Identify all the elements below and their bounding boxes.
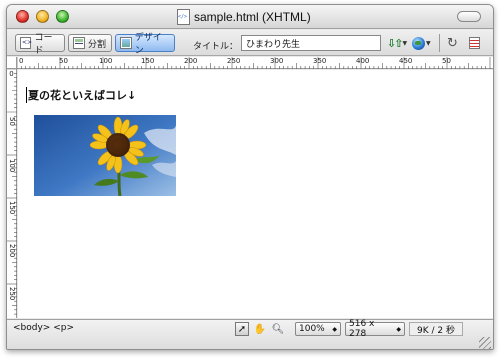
chevron-updown-icon: ◆ (332, 325, 337, 333)
zoom-select[interactable]: 100% ◆ (295, 322, 341, 336)
ruler-label: 150 (8, 201, 16, 215)
ruler-label: 100 (8, 159, 16, 173)
close-window-button[interactable] (16, 10, 29, 23)
status-bar: <body> <p> ➚ ✋ 🔍︎ 100% ◆ 516 x 278 ◆ 9K / … (7, 319, 493, 349)
ruler-label: 400 (356, 57, 370, 65)
chevron-down-icon: ▼ (426, 39, 431, 47)
split-view-icon (73, 37, 85, 49)
window-size-value: 516 x 278 (349, 319, 375, 339)
ruler-label: 150 (141, 57, 155, 65)
design-view-label: デザイン (134, 33, 162, 56)
vertical-ruler[interactable]: 0 50 100 150 200 250 (7, 69, 17, 318)
ruler-label: 50 (442, 57, 451, 65)
window-size-select[interactable]: 516 x 278 ◆ (345, 319, 405, 339)
ruler-label: 100 (99, 57, 113, 65)
toolbar-toggle-button[interactable] (457, 11, 481, 22)
ruler-ticks (7, 69, 17, 315)
horizontal-ruler[interactable]: 0 50 100 150 200 250 300 350 400 450 50 (17, 57, 493, 69)
refresh-button[interactable]: ↻ (447, 35, 461, 51)
sunflower-image[interactable] (34, 115, 176, 196)
design-canvas[interactable]: 夏の花といえばコレ↓ (18, 70, 493, 318)
ruler-origin[interactable] (7, 57, 17, 69)
view-options-button[interactable] (469, 36, 483, 50)
zoom-window-button[interactable] (56, 10, 69, 23)
toolbar-divider (439, 34, 440, 52)
pointer-icon: ➚ (237, 323, 247, 335)
ruler-label: 450 (399, 57, 413, 65)
file-transfer-icon: ⇩⇧ (387, 36, 404, 50)
select-tool-button[interactable]: ➚ (235, 322, 249, 336)
tag-selector[interactable]: <body> <p> (13, 323, 74, 333)
ruler-label: 50 (59, 57, 68, 65)
sunflower-picture (34, 115, 176, 196)
ruler-label: 350 (313, 57, 327, 65)
split-view-label: 分割 (88, 39, 107, 50)
ruler-label: 50 (8, 117, 16, 126)
ruler-label: 200 (184, 57, 198, 65)
document-window: sample.html (XHTML) コード 分割 デザイン タイトル： ⇩⇧… (6, 4, 494, 350)
view-options-icon (469, 37, 480, 49)
page-title-input[interactable] (241, 35, 381, 51)
window-title: sample.html (XHTML) (194, 10, 311, 24)
chevron-down-icon: ▼ (402, 39, 406, 47)
ruler-label: 250 (227, 57, 241, 65)
code-view-icon (20, 37, 33, 49)
hand-icon: ✋ (253, 323, 267, 335)
refresh-icon: ↻ (447, 35, 458, 51)
resize-grip-icon[interactable] (479, 337, 491, 349)
chevron-updown-icon: ◆ (396, 325, 401, 333)
ruler-label: 200 (8, 244, 16, 258)
page-title-label: タイトル： (193, 42, 239, 52)
title-bar: sample.html (XHTML) (7, 5, 493, 29)
ruler-label: 0 (9, 70, 14, 78)
html-document-icon (177, 9, 190, 25)
magnifier-icon: 🔍︎ (271, 323, 285, 335)
code-view-label: コード (34, 33, 53, 56)
minimize-window-button[interactable] (36, 10, 49, 23)
file-transfer-button[interactable]: ⇩⇧ ▼ (387, 36, 409, 50)
ruler-label: 300 (270, 57, 284, 65)
hand-tool-button[interactable]: ✋ (253, 322, 267, 336)
split-view-button[interactable]: 分割 (68, 34, 112, 52)
ruler-ticks (17, 57, 491, 69)
ruler-label: 250 (8, 287, 16, 301)
window-title-group: sample.html (XHTML) (177, 9, 311, 25)
code-view-button[interactable]: コード (15, 33, 65, 56)
zoom-tool-button[interactable]: 🔍︎ (271, 322, 285, 336)
zoom-value: 100% (299, 324, 325, 334)
preview-in-browser-button[interactable]: ▼ (412, 36, 432, 50)
design-view-icon (120, 37, 132, 49)
file-size-download-time: 9K / 2 秒 (409, 322, 463, 336)
preview-globe-icon (412, 36, 425, 50)
document-toolbar: コード 分割 デザイン タイトル： ⇩⇧▼ ▼ ↻ (7, 30, 493, 56)
ruler-label: 0 (19, 57, 24, 65)
paragraph-text[interactable]: 夏の花といえばコレ↓ (26, 87, 136, 103)
design-view-button[interactable]: デザイン (115, 33, 175, 56)
